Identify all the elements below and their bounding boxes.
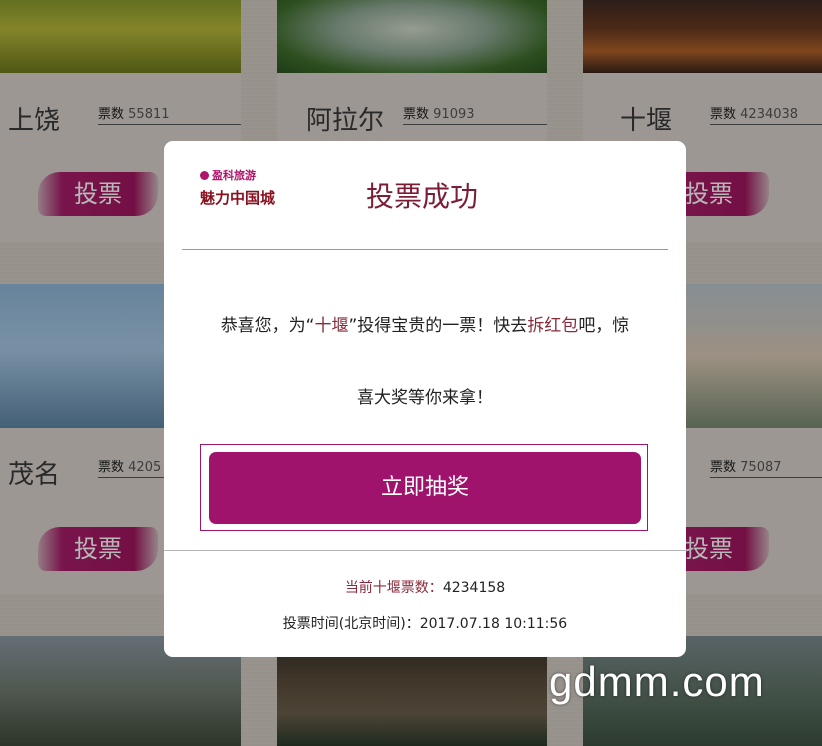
brand-top-label: 盈科旅游 (200, 167, 272, 183)
site-watermark: gdmm.com (549, 658, 765, 705)
brand-main-label: 魅力中国城 (200, 189, 276, 207)
city-highlight: 十堰 (314, 316, 349, 336)
current-vote-count: 当前十堰票数：4234158 (344, 580, 506, 596)
lottery-button[interactable]: 立即抽奖 (209, 452, 641, 524)
divider (164, 550, 686, 551)
success-message: 恭喜您，为“十堰”投得宝贵的一票！快去拆红包吧，惊 (220, 316, 630, 336)
divider (182, 249, 668, 250)
vote-time: 投票时间(北京时间)：2017.07.18 10:11:56 (282, 616, 568, 632)
brand-logo: 盈科旅游 魅力中国城 (200, 167, 276, 227)
vote-success-dialog: 盈科旅游 魅力中国城 投票成功 恭喜您，为“十堰”投得宝贵的一票！快去拆红包吧，… (164, 141, 686, 657)
dialog-title: 投票成功 (366, 180, 479, 213)
brand-mark-icon (200, 171, 209, 180)
success-message-line2: 喜大奖等你来拿！ (357, 388, 493, 408)
red-packet-link[interactable]: 拆红包 (527, 316, 578, 336)
